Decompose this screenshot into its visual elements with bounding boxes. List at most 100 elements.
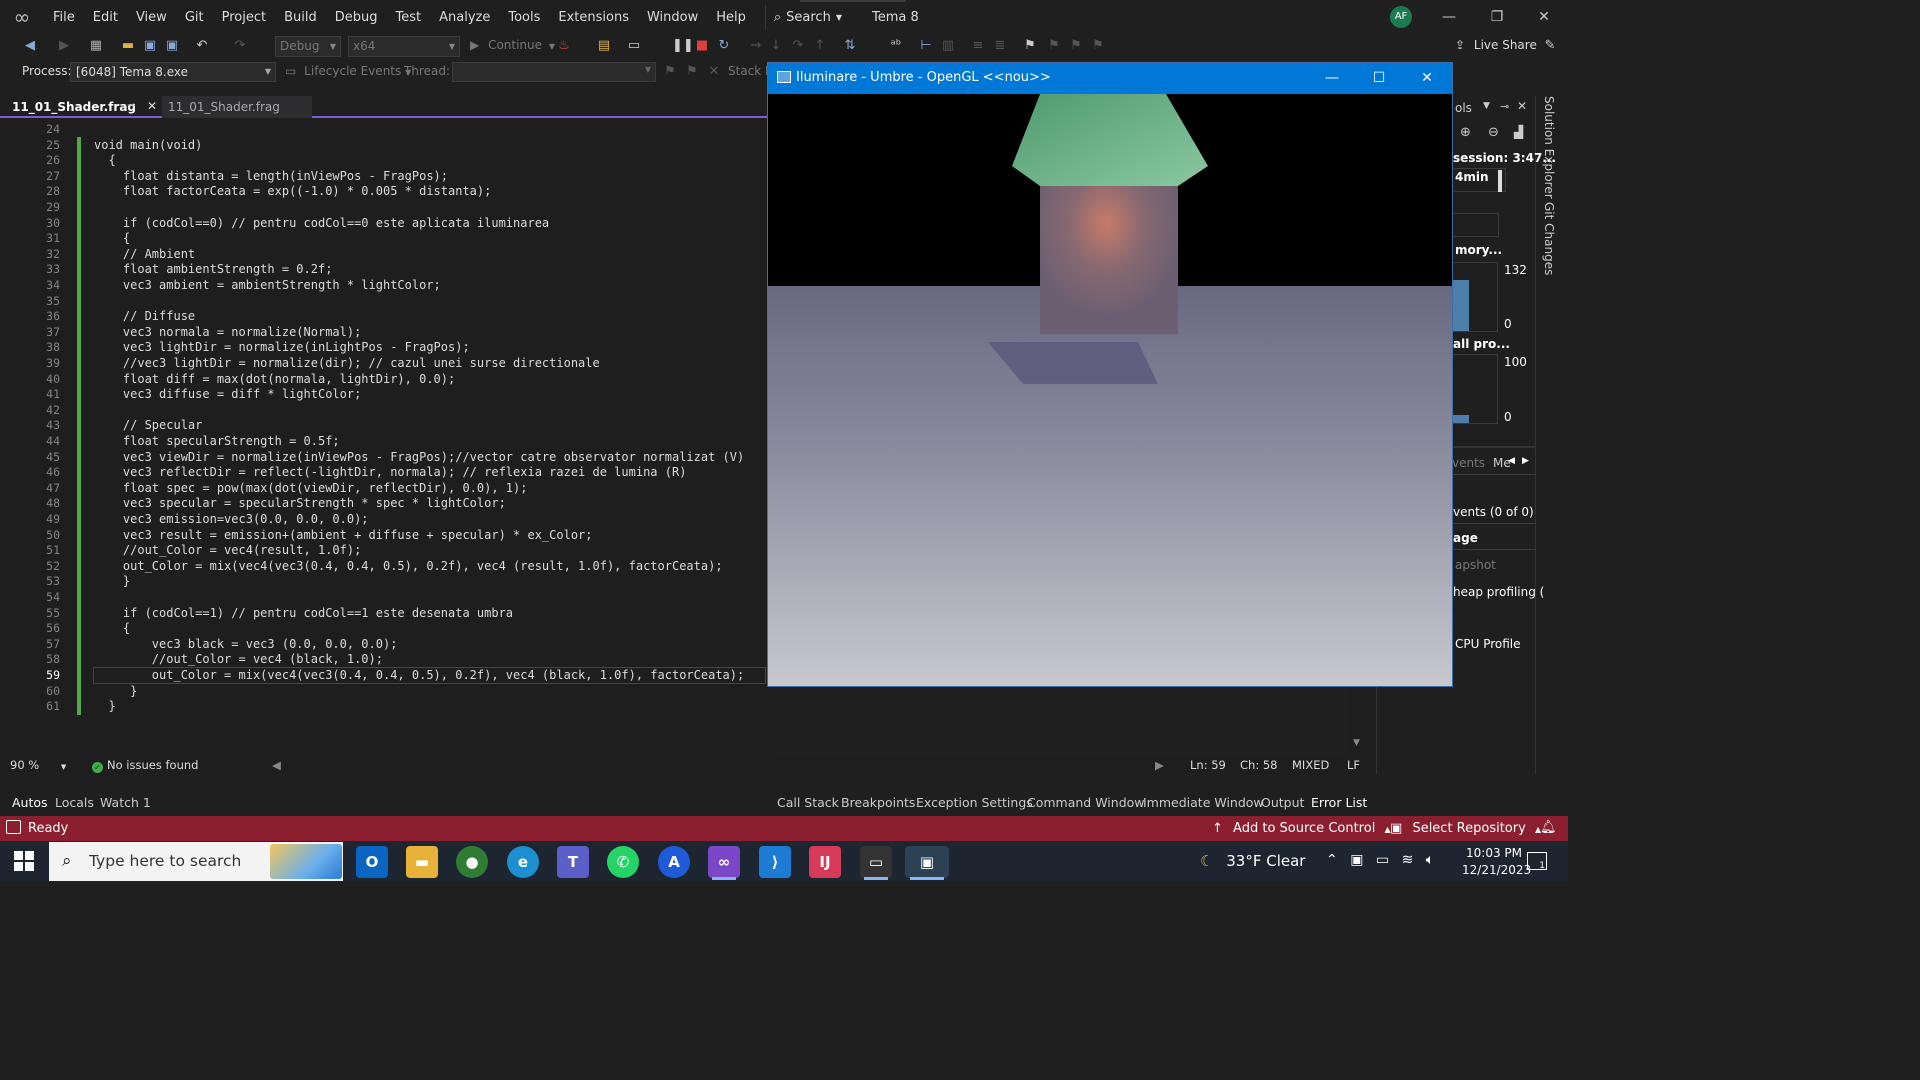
terminal-app-icon[interactable]: ▭ (860, 846, 892, 878)
settings-chart-icon[interactable]: ▟ (1514, 125, 1523, 139)
line-indicator[interactable]: Ln: 59 (1190, 758, 1226, 772)
code-line[interactable]: // Diffuse (94, 309, 195, 323)
chrome-app-icon[interactable]: ● (456, 846, 488, 878)
code-line[interactable]: out_Color = mix(vec4(vec3(0.4, 0.4, 0.5)… (94, 559, 723, 573)
visual-studio-logo-icon[interactable]: ∞ (10, 5, 34, 29)
undo-icon[interactable]: ↶ (194, 38, 210, 54)
volume-icon[interactable]: 🔈︎ (1426, 852, 1434, 868)
windows-start-icon[interactable] (14, 851, 34, 871)
edge-app-icon[interactable]: e (507, 846, 539, 878)
editor-vertical-scrollbar[interactable]: ▼ (1349, 686, 1367, 756)
taskbar-clock[interactable]: 10:03 PM 12/21/2023 (1462, 845, 1531, 879)
redo-icon[interactable]: ↷ (232, 38, 248, 54)
code-line[interactable]: float specularStrength = 0.5f; (94, 434, 340, 448)
account-avatar[interactable]: AF (1390, 6, 1412, 28)
open-folder-icon[interactable]: ▬ (120, 38, 136, 54)
gl-maximize-icon[interactable]: ☐ (1367, 67, 1391, 89)
spell-check-icon[interactable]: ᵃᵇ (888, 38, 904, 54)
thread-select[interactable]: ▼ (452, 62, 656, 82)
vscode-app-icon[interactable]: ⟩ (759, 846, 791, 878)
vtab-git-changes[interactable]: Git Changes (1542, 202, 1556, 275)
tab-watch-1[interactable]: Watch 1 (100, 795, 151, 810)
step-out-icon[interactable]: ↑ (812, 38, 828, 54)
back-icon[interactable]: ◀ (22, 38, 38, 54)
zoom-in-icon[interactable]: ⊕ (1460, 125, 1471, 140)
battery-icon[interactable]: ▭ (1376, 852, 1389, 868)
timeline-cursor[interactable] (1498, 170, 1502, 192)
vtab-solution-explorer[interactable]: Solution Explorer (1542, 96, 1556, 199)
continue-button[interactable]: ▶ Continue ▼ (470, 38, 555, 52)
live-share-button[interactable]: ⇪ Live Share (1455, 38, 1537, 52)
tab-locals[interactable]: Locals (55, 795, 94, 810)
code-line[interactable]: vec3 normala = normalize(Normal); (94, 325, 361, 339)
code-line[interactable]: if (codCol==1) // pentru codCol==1 este … (94, 606, 513, 620)
prev-bookmark-icon[interactable]: ⚑ (1046, 38, 1062, 54)
rendered-scene-canvas[interactable] (768, 94, 1452, 686)
menu-edit[interactable]: Edit (84, 10, 127, 25)
code-line[interactable]: vec3 black = vec3 (0.0, 0.0, 0.0); (94, 637, 398, 651)
teams-app-icon[interactable]: T (557, 846, 589, 878)
global-search-button[interactable]: ⌕ Search ▼ (764, 5, 850, 29)
tabs-mode-indicator[interactable]: MIXED (1292, 758, 1329, 772)
tab-breakpoints[interactable]: Breakpoints (841, 795, 915, 810)
tab-scroll-right-icon[interactable]: ▶ (1522, 456, 1529, 466)
code-line[interactable]: //out_Color = vec4(result, 1.0f); (94, 543, 361, 557)
whatsapp-app-icon[interactable]: ✆ (607, 846, 639, 878)
tab-exception-settings[interactable]: Exception Settings (916, 795, 1033, 810)
code-line[interactable]: { (94, 231, 130, 245)
menu-debug[interactable]: Debug (326, 10, 387, 25)
weather-widget[interactable]: ☾ 33°F Clear (1200, 852, 1305, 870)
minimize-icon[interactable]: — (1438, 6, 1460, 28)
code-line[interactable]: } (94, 699, 115, 713)
step-over-icon[interactable]: ↷ (790, 38, 806, 54)
wifi-icon[interactable]: ≋ (1402, 852, 1414, 868)
menu-analyze[interactable]: Analyze (430, 10, 499, 25)
cpu-chart[interactable] (1452, 354, 1498, 424)
select-repository-button[interactable]: ▣ Select Repository ▲ (1390, 821, 1541, 836)
diag-divider[interactable] (1452, 446, 1536, 448)
timeline-selection-box[interactable] (1452, 213, 1499, 237)
comment-icon[interactable]: ≡ (970, 38, 986, 54)
save-icon[interactable]: ▣ (142, 38, 158, 54)
process-select[interactable]: [6048] Tema 8.exe ▼ (70, 62, 276, 82)
diagnostic-tools-icon[interactable]: ⇅ (842, 38, 858, 54)
layout-icon[interactable]: ▭ (626, 38, 642, 54)
solution-platform-select[interactable]: x64 ▼ (348, 36, 460, 57)
menu-build[interactable]: Build (275, 10, 326, 25)
tab-events[interactable]: vents (1452, 456, 1485, 470)
take-snapshot-button[interactable]: apshot (1455, 558, 1496, 572)
zoom-select[interactable]: 90 % ▼ (10, 758, 66, 772)
code-line[interactable]: } (94, 684, 137, 698)
outlook-app-icon[interactable]: O (356, 846, 388, 878)
hot-reload-icon[interactable]: ♨ (556, 38, 572, 54)
scroll-down-icon[interactable]: ▼ (1353, 738, 1360, 748)
tab-shader-frag-active[interactable]: 11_01_Shader.frag ⊸ ✕ (7, 96, 161, 118)
code-line[interactable]: vec3 ambient = ambientStrength * lightCo… (94, 278, 441, 292)
file-explorer-app-icon[interactable]: ▬ (406, 846, 438, 878)
next-bookmark-icon[interactable]: ⚑ (1068, 38, 1084, 54)
clear-flags-icon[interactable]: ✕ (706, 64, 722, 80)
show-next-statement-icon[interactable]: → (748, 38, 764, 54)
app-store-app-icon[interactable]: A (658, 846, 690, 878)
code-line[interactable]: float distanta = length(inViewPos - Frag… (94, 169, 448, 183)
forward-icon[interactable]: ▶ (56, 38, 72, 54)
threads-icon[interactable]: ▥ (940, 38, 956, 54)
tab-autos[interactable]: Autos (12, 795, 48, 810)
code-line[interactable]: // Specular (94, 418, 202, 432)
code-line[interactable]: if (codCol==0) // pentru codCol==0 este … (94, 216, 549, 230)
code-line[interactable]: out_Color = mix(vec4(vec3(0.4, 0.4, 0.5)… (94, 668, 744, 682)
scroll-left-icon[interactable]: ◀ (272, 758, 281, 772)
code-line[interactable]: vec3 diffuse = diff * lightColor; (94, 387, 361, 401)
close-tab-icon[interactable]: ✕ (147, 99, 157, 113)
chevron-up-icon[interactable]: ⌃ (1326, 852, 1338, 868)
code-line[interactable]: float spec = pow(max(dot(viewDir, reflec… (94, 481, 528, 495)
code-line[interactable]: //out_Color = vec4 (black, 1.0); (94, 652, 383, 666)
tab-shader-frag-preview[interactable]: 11_01_Shader.frag (162, 96, 312, 118)
scroll-right-icon[interactable]: ▶ (1155, 758, 1164, 772)
visual-studio-app-icon[interactable]: ∞ (708, 846, 740, 878)
code-line[interactable]: vec3 lightDir = normalize(inLightPos - F… (94, 340, 470, 354)
tab-immediate-window[interactable]: Immediate Window (1143, 795, 1264, 810)
gl-close-icon[interactable]: ✕ (1415, 67, 1439, 89)
menu-window[interactable]: Window (638, 10, 707, 25)
zoom-out-icon[interactable]: ⊖ (1488, 125, 1499, 140)
